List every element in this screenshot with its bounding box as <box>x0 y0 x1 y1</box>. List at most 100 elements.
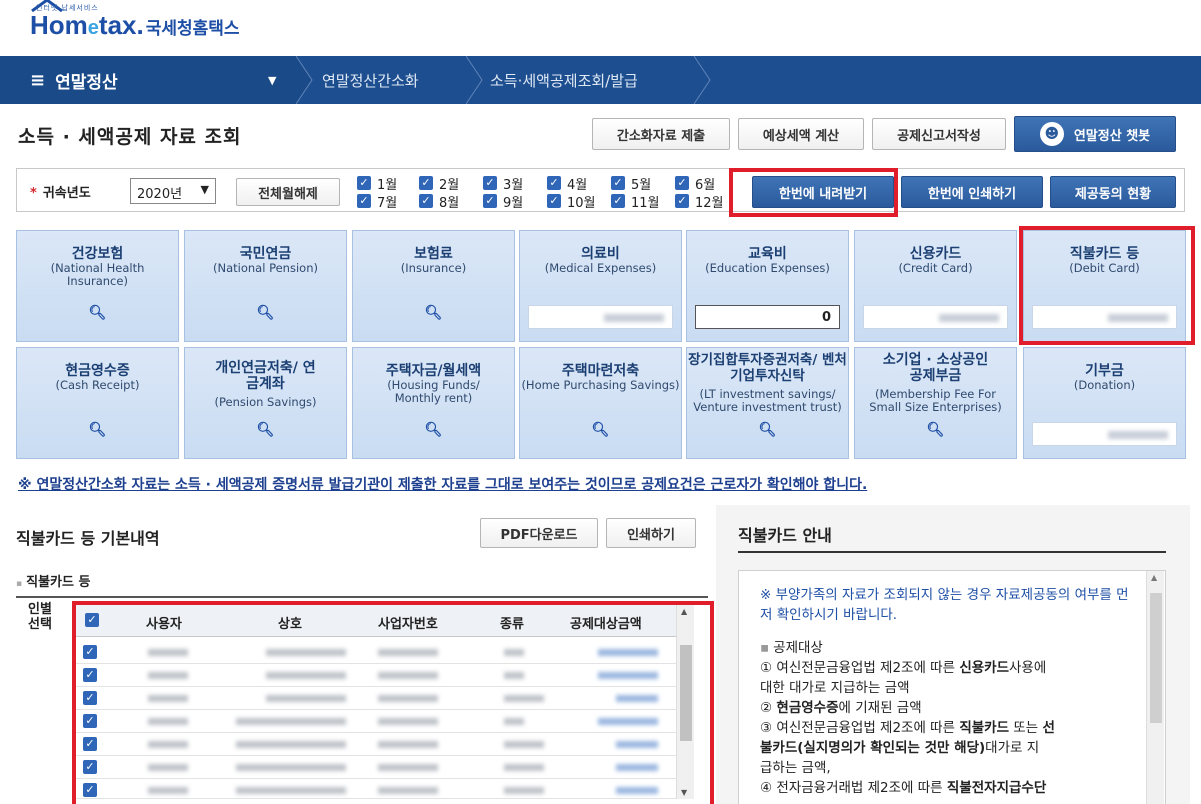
tile-health-insurance[interactable]: 건강보험 (National Health Insurance) 🔍︎ <box>16 230 179 342</box>
tile-home-purchasing-savings[interactable]: 주택마련저축 (Home Purchasing Savings) 🔍︎ <box>519 347 682 459</box>
detail-sub-label: 직불카드 등 <box>16 571 90 590</box>
amount-field: 0 <box>695 305 840 329</box>
nav-menu-button[interactable]: ≡ 연말정산 ▼ <box>0 56 298 104</box>
checkbox-icon: ✓ <box>357 194 371 208</box>
menu-icon: ≡ <box>30 69 46 91</box>
checkbox-icon: ✓ <box>547 176 561 190</box>
tile-cash-receipt[interactable]: 현금영수증 (Cash Receipt) 🔍︎ <box>16 347 179 459</box>
breadcrumb-deduction-query[interactable]: 소득·세액공제조회/발급 <box>490 56 638 104</box>
month-checkbox-10[interactable]: ✓ 10월 <box>547 193 596 211</box>
search-icon[interactable]: 🔍︎ <box>17 422 178 438</box>
logo-text: Hometax. 국세청홈택스 <box>30 10 240 40</box>
guide-bullet: ▪ 공제대상 <box>760 640 823 656</box>
search-icon[interactable]: 🔍︎ <box>353 422 514 438</box>
highlight-box <box>729 168 898 217</box>
checkbox-icon: ✓ <box>483 176 497 190</box>
month-checkbox-11[interactable]: ✓ 11월 <box>611 193 660 211</box>
highlight-box <box>1019 226 1195 345</box>
chevron-down-icon: ▼ <box>268 73 277 87</box>
year-select-value: 2020년 <box>137 187 183 202</box>
per-person-select-header: 인별 선택 <box>28 602 52 632</box>
month-checkbox-12[interactable]: ✓ 12월 <box>675 193 724 211</box>
guide-divider <box>738 551 1166 553</box>
guide-scrollbar[interactable]: ▲ <box>1146 571 1164 804</box>
deselect-all-months-button[interactable]: 전체월해제 <box>236 178 340 206</box>
checkbox-icon: ✓ <box>419 194 433 208</box>
guide-line-1: ① 여신전문금융업법 제2조에 따른 신용카드사용에 <box>760 660 1047 676</box>
guide-line-3: ② 현금영수증에 기재된 금액 <box>760 700 922 716</box>
nav-bar: ≡ 연말정산 ▼ 연말정산간소화 소득·세액공제조회/발급 <box>0 56 1201 104</box>
checkbox-icon: ✓ <box>419 176 433 190</box>
nav-main-label: 연말정산 <box>55 72 118 93</box>
guide-line-4: ③ 여신전문금융업법 제2조에 따른 직불카드 또는 선 <box>760 720 1055 736</box>
guide-line-7: ④ 전자금융거래법 제2조에 따른 직불전자지급수단 <box>760 780 1047 796</box>
scrollbar-thumb[interactable] <box>1150 593 1162 723</box>
month-checkbox-8[interactable]: ✓ 8월 <box>419 193 459 211</box>
tile-education-expenses[interactable]: 교육비 (Education Expenses) 0 <box>686 230 849 342</box>
chatbot-label: 연말정산 챗봇 <box>1073 128 1151 144</box>
notice-link[interactable]: ※ 연말정산간소화 자료는 소득 · 세액공제 증명서류 발급기관이 제출한 자… <box>18 474 867 494</box>
tile-insurance[interactable]: 보험료 (Insurance) 🔍︎ <box>352 230 515 342</box>
consent-status-button[interactable]: 제공동의 현황 <box>1050 176 1176 208</box>
month-checkbox-5[interactable]: ✓ 5월 <box>611 175 651 193</box>
search-icon[interactable]: 🔍︎ <box>520 422 681 438</box>
amount-field <box>1032 422 1177 446</box>
breadcrumb-separator <box>694 56 711 104</box>
month-checkbox-6[interactable]: ✓ 6월 <box>675 175 715 193</box>
breadcrumb-yearend-simplified[interactable]: 연말정산간소화 <box>322 56 419 104</box>
print-all-button[interactable]: 한번에 인쇄하기 <box>901 176 1043 208</box>
search-icon[interactable]: 🔍︎ <box>185 305 346 321</box>
month-checkbox-2[interactable]: ✓ 2월 <box>419 175 459 193</box>
pdf-download-button[interactable]: PDF다운로드 <box>480 518 598 548</box>
guide-title: 직불카드 안내 <box>738 526 832 545</box>
guide-line-2: 대한 대가로 지급하는 금액 <box>760 680 910 696</box>
print-button[interactable]: 인쇄하기 <box>606 518 696 548</box>
tile-small-enterprise-fee[interactable]: 소기업 · 소상공인 공제부금 (Membership Fee For Smal… <box>854 347 1017 459</box>
breadcrumb-separator <box>466 56 483 104</box>
checkbox-icon: ✓ <box>675 194 689 208</box>
tile-credit-card[interactable]: 신용카드 (Credit Card) <box>854 230 1017 342</box>
highlight-box <box>72 601 714 804</box>
deduction-form-button[interactable]: 공제신고서작성 <box>872 118 1006 150</box>
checkbox-icon: ✓ <box>357 176 371 190</box>
tile-lt-investment-savings[interactable]: 장기집합투자증권저축/ 벤처기업투자신탁 (LT investment savi… <box>686 347 849 459</box>
chatbot-icon: ☻ <box>1039 122 1064 146</box>
tile-donation[interactable]: 기부금 (Donation) <box>1023 347 1186 459</box>
guide-note: ※ 부양가족의 자료가 조회되지 않는 경우 자료제공동의 여부를 먼저 확인하… <box>760 587 1129 623</box>
tile-pension-savings[interactable]: 개인연금저축/ 연금계좌 (Pension Savings) 🔍︎ <box>184 347 347 459</box>
tile-housing-funds[interactable]: 주택자금/월세액 (Housing Funds/ Monthly rent) 🔍… <box>352 347 515 459</box>
table-top-line <box>16 596 708 598</box>
tile-medical-expenses[interactable]: 의료비 (Medical Expenses) <box>519 230 682 342</box>
search-icon[interactable]: 🔍︎ <box>687 422 848 438</box>
scroll-up-icon[interactable]: ▲ <box>1151 573 1157 582</box>
tile-national-pension[interactable]: 국민연금 (National Pension) 🔍︎ <box>184 230 347 342</box>
month-checkbox-4[interactable]: ✓ 4월 <box>547 175 587 193</box>
chatbot-button[interactable]: ☻ 연말정산 챗봇 <box>1014 116 1176 152</box>
search-icon[interactable]: 🔍︎ <box>855 422 1016 438</box>
month-checkbox-1[interactable]: ✓ 1월 <box>357 175 397 193</box>
checkbox-icon: ✓ <box>611 194 625 208</box>
amount-field <box>863 305 1008 329</box>
checkbox-icon: ✓ <box>611 176 625 190</box>
checkbox-icon: ✓ <box>675 176 689 190</box>
month-checkboxes: ✓ 1월 ✓ 2월 ✓ 3월 ✓ 4월 ✓ 5월 ✓ 6월 ✓ 7월 ✓ 8월 ✓ 9월 ✓ 10월… <box>357 175 729 211</box>
search-icon[interactable]: 🔍︎ <box>17 305 178 321</box>
search-icon[interactable]: 🔍︎ <box>185 422 346 438</box>
guide-line-6: 급하는 금액, <box>760 760 831 776</box>
year-select[interactable]: 2020년 ▼ <box>130 178 216 204</box>
search-icon[interactable]: 🔍︎ <box>353 305 514 321</box>
checkbox-icon: ✓ <box>483 194 497 208</box>
year-label: * 귀속년도 <box>30 186 91 201</box>
page-title: 소득 · 세액공제 자료 조회 <box>18 126 242 148</box>
detail-title: 직불카드 등 기본내역 <box>16 529 160 548</box>
submit-simplified-button[interactable]: 간소화자료 제출 <box>592 118 730 150</box>
guide-line-5: 불카드(실지명의가 확인되는 것만 해당)대가로 지 <box>760 740 1040 756</box>
month-checkbox-3[interactable]: ✓ 3월 <box>483 175 523 193</box>
estimate-tax-button[interactable]: 예상세액 계산 <box>738 118 864 150</box>
breadcrumb-separator <box>296 56 313 104</box>
month-checkbox-9[interactable]: ✓ 9월 <box>483 193 523 211</box>
month-checkbox-7[interactable]: ✓ 7월 <box>357 193 397 211</box>
chevron-down-icon: ▼ <box>200 183 209 196</box>
checkbox-icon: ✓ <box>547 194 561 208</box>
amount-field <box>528 305 673 329</box>
